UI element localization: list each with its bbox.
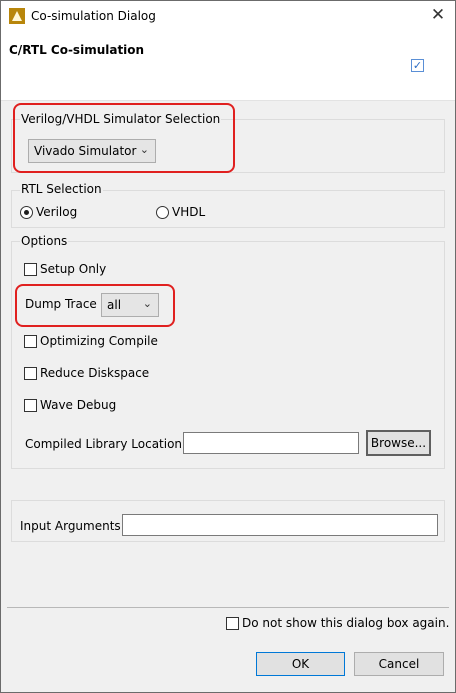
dont-show-box[interactable] (226, 616, 239, 630)
browse-button[interactable]: Browse... (366, 430, 431, 456)
dont-show-label: Do not show this dialog box again. (242, 616, 450, 630)
input-arguments-label: Input Arguments (20, 519, 121, 533)
title-bar[interactable]: Co-simulation Dialog ✕ (1, 1, 455, 31)
verilog-radio-label: Verilog (36, 205, 78, 219)
compiled-library-label: Compiled Library Location (25, 437, 183, 451)
options-label: Options (20, 234, 69, 248)
vivado-hls-logo-icon (9, 8, 25, 24)
wave-debug-checkbox[interactable]: Wave Debug (24, 398, 116, 412)
reduce-diskspace-box[interactable] (24, 366, 37, 380)
dont-show-checkbox[interactable]: Do not show this dialog box again. (226, 616, 449, 630)
simulator-highlight (13, 103, 235, 173)
input-arguments-input[interactable] (122, 514, 438, 536)
close-icon[interactable]: ✕ (427, 5, 449, 25)
setup-only-label: Setup Only (40, 262, 107, 276)
optimizing-compile-checkbox[interactable]: Optimizing Compile (24, 334, 158, 348)
cancel-button[interactable]: Cancel (354, 652, 444, 676)
setup-only-box[interactable] (24, 262, 37, 276)
wave-debug-box[interactable] (24, 398, 37, 412)
window-title: Co-simulation Dialog (31, 9, 156, 23)
setup-only-checkbox[interactable]: Setup Only (24, 262, 106, 276)
vhdl-radio-indicator[interactable] (156, 205, 169, 219)
vhdl-radio[interactable]: VHDL (156, 205, 205, 219)
dump-trace-highlight (15, 284, 175, 327)
optimizing-compile-label: Optimizing Compile (40, 334, 158, 348)
footer-separator (7, 607, 449, 608)
optimizing-compile-box[interactable] (24, 334, 37, 348)
check-icon: ✓ (411, 59, 424, 72)
reduce-diskspace-label: Reduce Diskspace (40, 366, 150, 380)
verilog-radio-indicator[interactable] (20, 205, 33, 219)
vhdl-radio-label: VHDL (172, 205, 206, 219)
co-simulation-dialog: Co-simulation Dialog ✕ C/RTL Co-simulati… (0, 0, 456, 693)
compiled-library-input[interactable] (183, 432, 359, 454)
page-title: C/RTL Co-simulation (9, 43, 145, 57)
wave-debug-label: Wave Debug (40, 398, 117, 412)
rtl-selection-label: RTL Selection (20, 182, 103, 196)
dialog-header: C/RTL Co-simulation ✓ (1, 31, 455, 101)
verilog-radio[interactable]: Verilog (20, 205, 77, 219)
ok-button[interactable]: OK (256, 652, 345, 676)
reduce-diskspace-checkbox[interactable]: Reduce Diskspace (24, 366, 149, 380)
